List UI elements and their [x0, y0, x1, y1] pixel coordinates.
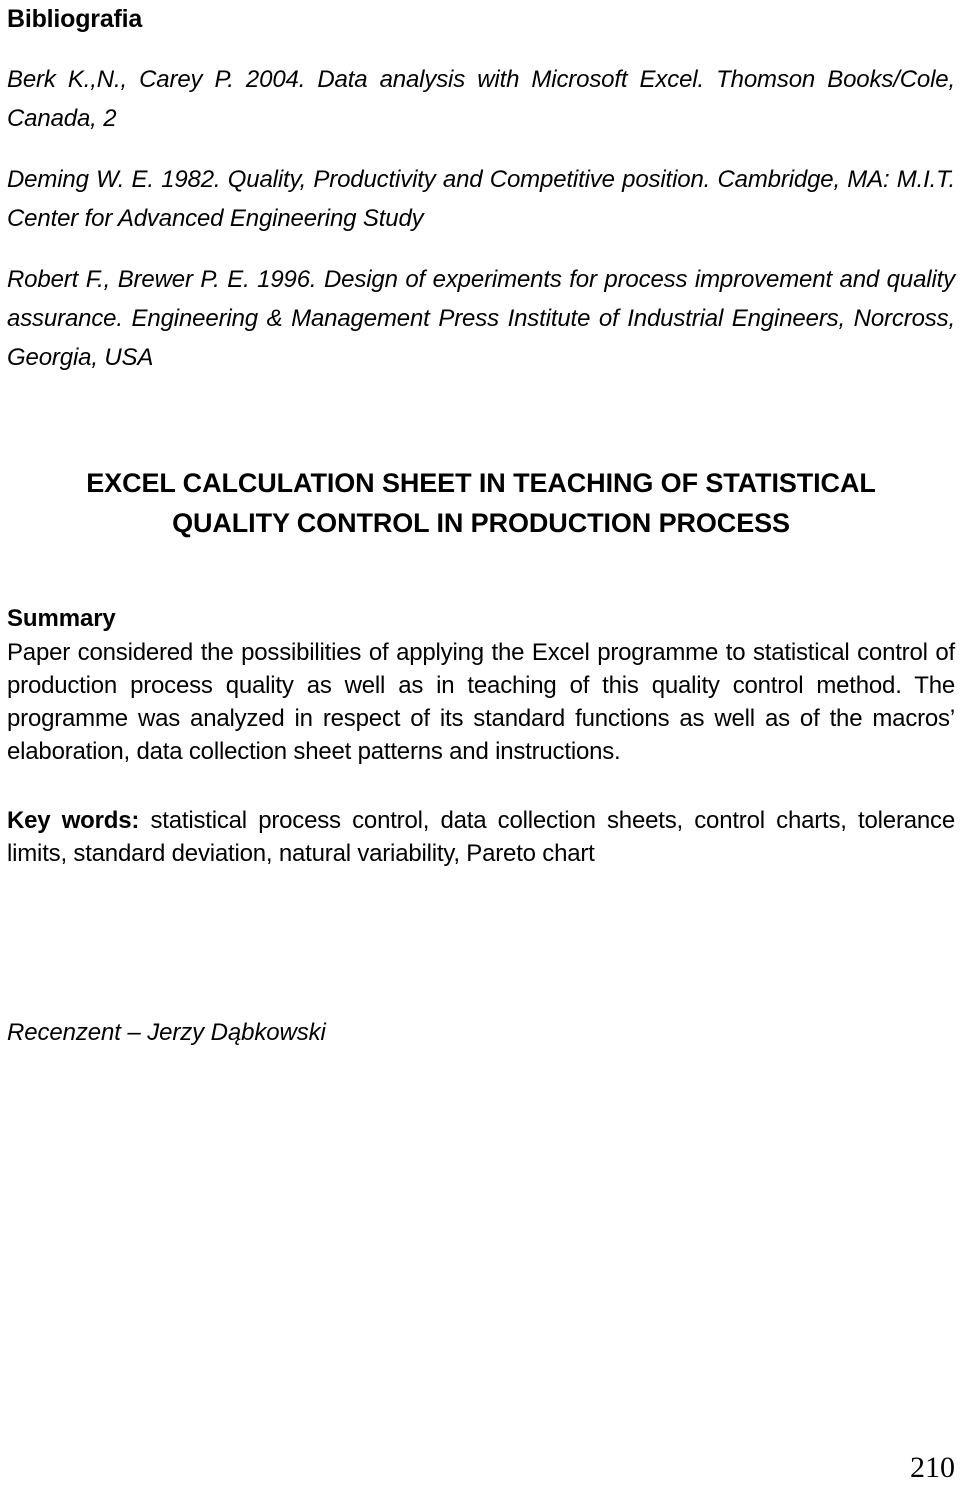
- bibliography-entry-text: Deming W. E. 1982. Quality, Productivity…: [7, 166, 955, 232]
- bibliography-entry: Robert F., Brewer P. E. 1996. Design of …: [7, 260, 955, 377]
- summary-heading: Summary: [7, 605, 116, 632]
- bibliography-entry: Deming W. E. 1982. Quality, Productivity…: [7, 160, 955, 238]
- page-number: 210: [910, 1451, 955, 1484]
- summary-body: Paper considered the possibilities of ap…: [7, 639, 955, 765]
- bibliography-heading: Bibliografia: [7, 5, 143, 33]
- bibliography-list: Berk K.,N., Carey P. 2004. Data analysis…: [7, 60, 955, 377]
- reviewer-line: Recenzent – Jerzy Dąbkowski: [7, 1019, 326, 1046]
- bibliography-entry-text: Robert F., Brewer P. E. 1996. Design of …: [7, 266, 955, 371]
- document-page: Bibliografia Berk K.,N., Carey P. 2004. …: [0, 0, 960, 1497]
- keywords-label: Key words:: [7, 807, 140, 834]
- bibliography-entry-text: Berk K.,N., Carey P. 2004. Data analysis…: [7, 66, 955, 132]
- article-title-line-2: QUALITY CONTROL IN PRODUCTION PROCESS: [172, 508, 790, 538]
- summary-section: Summary Paper considered the possibiliti…: [7, 604, 955, 768]
- bibliography-entry: Berk K.,N., Carey P. 2004. Data analysis…: [7, 60, 955, 138]
- keywords-section: Key words: statistical process control, …: [7, 804, 955, 870]
- keywords-terms: statistical process control, data collec…: [7, 807, 955, 867]
- article-title-line-1: EXCEL CALCULATION SHEET IN TEACHING OF S…: [86, 468, 876, 498]
- article-title: EXCEL CALCULATION SHEET IN TEACHING OF S…: [7, 463, 955, 543]
